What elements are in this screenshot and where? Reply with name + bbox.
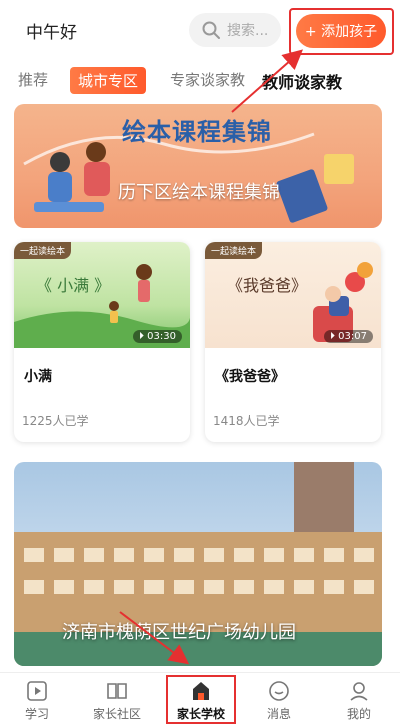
course-title: 小满 <box>24 369 52 385</box>
banner-title: 绘本课程集锦 <box>122 118 272 146</box>
search-icon <box>202 21 220 39</box>
book-icon <box>107 683 127 699</box>
play-icon: ⏵ <box>138 331 148 342</box>
tab-recommend[interactable]: 推荐 <box>18 69 48 90</box>
course-title: 《我爸爸》 <box>215 369 285 385</box>
course-badge: 一起读绘本 <box>205 242 263 259</box>
course-badge: 一起读绘本 <box>14 242 72 259</box>
course-card[interactable]: 一起读绘本 《我爸爸》 ⏵ 03:07 《我爸爸》 1418人已学 <box>205 242 381 442</box>
tab-expert-talk[interactable]: 专家谈家教 <box>170 69 245 90</box>
banner-caption: 历下区绘本课程集锦 <box>118 182 280 203</box>
learner-count: 1418人已学 <box>213 414 280 428</box>
play-icon: ⏵ <box>329 331 339 342</box>
category-tabs: 推荐 城市专区 专家谈家教 教师谈家教 <box>0 62 400 102</box>
photo-caption: 济南市槐荫区世纪广场幼儿园 <box>62 622 296 643</box>
video-duration: ⏵ 03:07 <box>323 330 373 343</box>
learner-count: 1225人已学 <box>22 414 89 428</box>
header: 中午好 搜索... + 添加孩子 <box>0 0 400 62</box>
banner-picture-book-courses[interactable]: 绘本课程集锦 历下区绘本课程集锦 <box>14 104 382 228</box>
tab-teacher-talk[interactable]: 教师谈家教 <box>262 69 342 93</box>
kindergarten-photo-card[interactable]: 济南市槐荫区世纪广场幼儿园 <box>14 462 382 666</box>
course-book-title: 《我爸爸》 <box>227 276 308 295</box>
nav-item-parent-community[interactable]: 家长社区 <box>82 679 152 722</box>
highlight-box-add-child <box>289 8 394 55</box>
user-icon <box>350 682 368 701</box>
greeting-text: 中午好 <box>26 23 77 43</box>
video-duration: ⏵ 03:30 <box>132 330 182 343</box>
tab-city-zone[interactable]: 城市专区 <box>70 67 147 94</box>
course-book-title: 《 小满 》 <box>36 276 111 295</box>
search-box[interactable]: 搜索... <box>189 13 281 47</box>
nav-item-study[interactable]: 学习 <box>2 679 72 722</box>
video-icon <box>27 681 47 701</box>
chat-icon <box>269 681 289 701</box>
nav-item-mine[interactable]: 我的 <box>324 679 394 722</box>
course-card[interactable]: 一起读绘本 《 小满 》 ⏵ 03:30 小满 1225人已学 <box>14 242 190 442</box>
search-placeholder: 搜索... <box>227 23 269 39</box>
highlight-box-parent-school <box>166 675 236 724</box>
nav-item-messages[interactable]: 消息 <box>244 679 314 722</box>
